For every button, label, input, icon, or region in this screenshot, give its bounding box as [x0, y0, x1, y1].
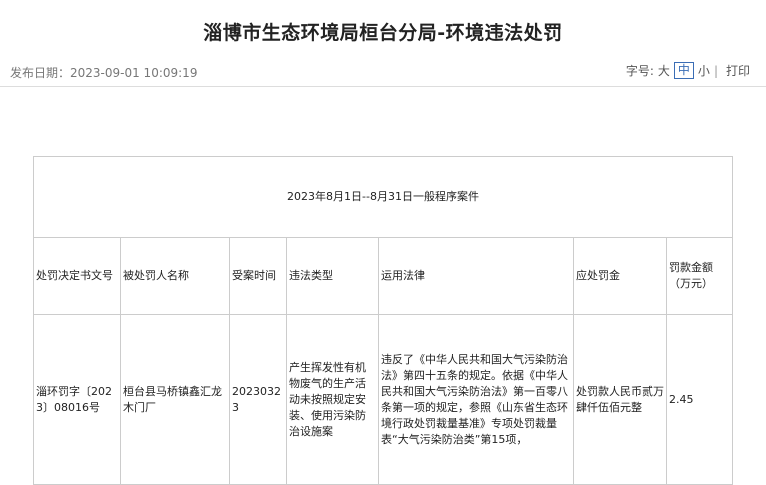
- header-amount: 罚款金额（万元）: [666, 237, 733, 315]
- cell-type: 产生挥发性有机物废气的生产活动未按照规定安装、使用污染防治设施案: [286, 314, 379, 485]
- cell-party: 桓台县马桥镇鑫汇龙木门厂: [120, 314, 230, 485]
- penalty-table: 2023年8月1日--8月31日一般程序案件 处罚决定书文号 被处罚人名称 受案…: [33, 156, 733, 485]
- table-header-row: 处罚决定书文号 被处罚人名称 受案时间 违法类型 运用法律 应处罚金 罚款金额（…: [33, 237, 733, 315]
- header-party: 被处罚人名称: [120, 237, 230, 315]
- header-type: 违法类型: [286, 237, 379, 315]
- table-row: 淄环罚字〔2023〕08016号 桓台县马桥镇鑫汇龙木门厂 20230323 产…: [33, 314, 733, 485]
- cell-doc-no: 淄环罚字〔2023〕08016号: [33, 314, 121, 485]
- cell-law: 违反了《中华人民共和国大气污染防治法》第四十五条的规定。依据《中华人民共和国大气…: [378, 314, 574, 485]
- font-size-label: 字号:: [625, 64, 654, 78]
- table-caption: 2023年8月1日--8月31日一般程序案件: [33, 156, 733, 238]
- font-medium-link[interactable]: 中: [673, 62, 694, 79]
- cell-penalty: 处罚款人民币贰万肆仟伍佰元整: [573, 314, 667, 485]
- font-small-link[interactable]: 小: [698, 62, 710, 79]
- cell-date: 20230323: [229, 314, 287, 485]
- separator: |: [713, 63, 718, 78]
- meta-bar: 发布日期：2023-09-01 10:09:19 字号: 大 中 小 | 打印: [0, 56, 766, 87]
- font-size-tools: 字号: 大 中 小 | 打印: [622, 62, 750, 79]
- print-link[interactable]: 打印: [726, 62, 750, 79]
- publish-date: 发布日期：2023-09-01 10:09:19: [10, 66, 198, 80]
- page-title: 淄博市生态环境局桓台分局-环境违法处罚: [203, 22, 563, 44]
- cell-amount: 2.45: [666, 314, 733, 485]
- font-large-link[interactable]: 大: [658, 62, 670, 79]
- header-date: 受案时间: [229, 237, 287, 315]
- header-penalty: 应处罚金: [573, 237, 667, 315]
- header-doc-no: 处罚决定书文号: [33, 237, 121, 315]
- header-law: 运用法律: [378, 237, 574, 315]
